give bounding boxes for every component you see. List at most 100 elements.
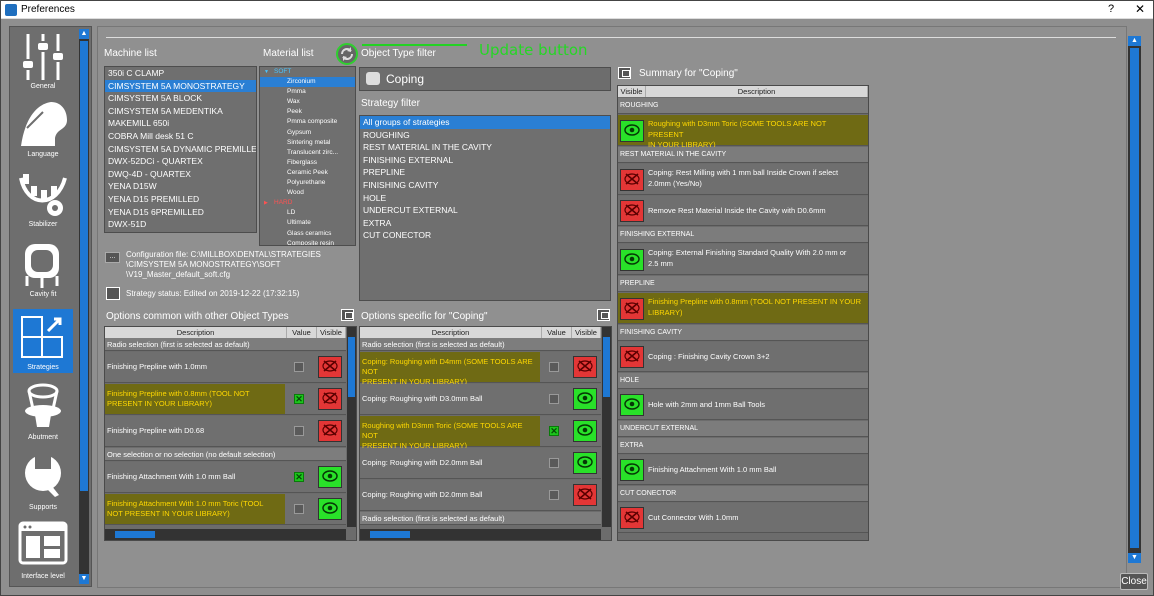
sidebar-item-general[interactable]: General — [13, 28, 73, 92]
option-row[interactable]: Finishing Attachment With 1.0 mm Ball ✕ — [105, 462, 346, 493]
main-scrollbar[interactable]: ▲ ▼ — [1128, 36, 1141, 563]
strategy-filter-item[interactable]: FINISHING EXTERNAL — [360, 154, 610, 167]
material-list-item[interactable]: Fiberglass — [260, 158, 355, 168]
hidden-eye-icon[interactable] — [573, 356, 597, 378]
strategy-filter-item[interactable]: EXTRA — [360, 217, 610, 230]
option-row[interactable]: Coping: Roughing with D4mm (SOME TOOLS A… — [360, 352, 601, 386]
value-checkbox[interactable]: ✕ — [294, 472, 304, 482]
machine-list-item[interactable]: DWQ-4D - QUARTEX — [105, 168, 256, 181]
hidden-eye-icon[interactable] — [318, 356, 342, 378]
value-checkbox[interactable]: ✕ — [294, 394, 304, 404]
material-list-item[interactable]: Translucent zirc... — [260, 148, 355, 158]
summary-row[interactable]: Finishing Attachment With 1.0 mm Ball — [618, 455, 868, 485]
sidebar-item-supports[interactable]: Supports — [13, 449, 73, 513]
summary-row[interactable]: Coping: External Finishing Standard Qual… — [618, 244, 868, 275]
summary-row[interactable]: Roughing with D3mm Toric (SOME TOOLS ARE… — [618, 115, 868, 149]
expand-icon[interactable] — [618, 67, 631, 79]
material-list-item[interactable]: Wood — [260, 188, 355, 198]
material-list-item[interactable]: Pmma composite — [260, 117, 355, 127]
visible-eye-icon[interactable] — [620, 119, 644, 142]
strategy-filter-list[interactable]: All groups of strategies ROUGHING REST MAT… — [359, 115, 611, 301]
value-checkbox[interactable] — [294, 504, 304, 514]
material-list-item[interactable]: Sintering metal — [260, 138, 355, 148]
material-group-soft[interactable]: ▼ SOFT — [260, 67, 355, 77]
strategy-filter-item[interactable]: All groups of strategies — [360, 116, 610, 129]
value-checkbox[interactable] — [294, 426, 304, 436]
strategy-filter-item[interactable]: PREPLINE — [360, 166, 610, 179]
value-checkbox[interactable] — [549, 458, 559, 468]
hidden-eye-icon[interactable] — [620, 168, 644, 191]
machine-list-item[interactable]: YENA D15 6PREMILLED — [105, 206, 256, 219]
value-checkbox[interactable] — [549, 490, 559, 500]
summary-row[interactable]: Coping: Rest Milling with 1 mm ball Insi… — [618, 164, 868, 195]
expand-icon[interactable] — [597, 309, 610, 321]
machine-list-item[interactable]: YENA D15W — [105, 180, 256, 193]
scrollbar-thumb[interactable] — [1130, 48, 1139, 548]
visible-eye-icon[interactable] — [318, 498, 342, 520]
visible-eye-icon[interactable] — [620, 459, 644, 481]
machine-list[interactable]: 350i C CLAMP CIMSYSTEM 5A MONOSTRATEGY CIM… — [104, 66, 257, 233]
material-list-item[interactable]: LD — [260, 208, 355, 218]
scroll-down-icon[interactable]: ▼ — [79, 574, 89, 584]
option-row[interactable]: Finishing Prepline with 0.8mm (TOOL NOT P… — [105, 384, 346, 415]
option-row[interactable]: Finishing Prepline with D0.68 — [105, 416, 346, 447]
visible-eye-icon[interactable] — [573, 452, 597, 474]
option-row[interactable]: Finishing Attachment With 1.0 mm Toric (… — [105, 494, 346, 525]
value-checkbox[interactable] — [549, 394, 559, 404]
hidden-eye-icon[interactable] — [620, 297, 644, 320]
summary-row[interactable]: Hole with 2mm and 1mm Ball Tools — [618, 390, 868, 420]
machine-list-item[interactable]: DWX-52DCi - QUARTEX — [105, 155, 256, 168]
hidden-eye-icon[interactable] — [318, 420, 342, 442]
visible-eye-icon[interactable] — [620, 248, 644, 271]
table-hscrollbar[interactable] — [360, 529, 601, 540]
material-list-item[interactable]: Wax — [260, 97, 355, 107]
strategy-filter-item[interactable]: CUT CONECTOR — [360, 229, 610, 242]
option-row[interactable]: Coping: Roughing with D2.0mm Ball — [360, 480, 601, 511]
hidden-eye-icon[interactable] — [318, 388, 342, 410]
sidebar-scrollbar[interactable]: ▲ ▼ — [79, 29, 89, 584]
object-type-select[interactable]: Coping — [359, 67, 611, 91]
material-list-item[interactable]: Ceramic Peek — [260, 168, 355, 178]
value-checkbox[interactable]: ✕ — [549, 426, 559, 436]
material-list-item[interactable]: Polyurethane — [260, 178, 355, 188]
table-hscrollbar[interactable] — [105, 529, 346, 540]
material-list-item[interactable]: Glass ceramics — [260, 229, 355, 239]
config-browse-button[interactable]: ... — [105, 252, 120, 263]
summary-row[interactable]: Coping : Finishing Cavity Crown 3+2 — [618, 342, 868, 372]
machine-list-item[interactable]: 350i C CLAMP — [105, 67, 256, 80]
window-close-button[interactable]: ✕ — [1135, 2, 1145, 16]
sidebar-item-strategies[interactable]: Strategies — [13, 309, 73, 373]
option-row[interactable]: Finishing Prepline with 1.0mm — [105, 352, 346, 383]
machine-list-item[interactable]: DWX-51D — [105, 218, 256, 231]
visible-eye-icon[interactable] — [318, 466, 342, 488]
sidebar-item-cavity-fit[interactable]: Cavity fit — [13, 236, 73, 300]
scroll-up-icon[interactable]: ▲ — [1128, 36, 1141, 46]
strategy-filter-item[interactable]: UNDERCUT EXTERNAL — [360, 204, 610, 217]
option-row[interactable]: Roughing with D3mm Toric (SOME TOOLS ARE… — [360, 416, 601, 450]
machine-list-item[interactable]: CIMSYSTEM 5A MEDENTIKA — [105, 105, 256, 118]
hidden-eye-icon[interactable] — [573, 484, 597, 506]
material-list-item[interactable]: Gypsum — [260, 128, 355, 138]
material-group-hard[interactable]: ▶ HARD — [260, 198, 355, 208]
hidden-eye-icon[interactable] — [620, 507, 644, 529]
option-row[interactable]: Coping: Roughing with D3.0mm Ball — [360, 384, 601, 415]
material-list-item[interactable]: Zirconium — [260, 77, 355, 88]
update-button[interactable] — [336, 43, 358, 65]
summary-row[interactable]: Finishing Prepline with 0.8mm (TOOL NOT … — [618, 293, 868, 324]
close-button[interactable]: Close — [1120, 573, 1148, 590]
help-button[interactable]: ? — [1108, 3, 1114, 15]
hidden-eye-icon[interactable] — [620, 346, 644, 368]
material-list[interactable]: ▼ SOFT Zirconium Pmma Wax Peek Pmma composite G… — [259, 66, 356, 246]
sidebar-item-abutment[interactable]: Abutment — [13, 379, 73, 443]
material-list-item[interactable]: Ultimate — [260, 218, 355, 228]
scrollbar-thumb[interactable] — [115, 531, 155, 538]
hidden-eye-icon[interactable] — [620, 200, 644, 222]
strategy-filter-item[interactable]: REST MATERIAL IN THE CAVITY — [360, 141, 610, 154]
scroll-down-icon[interactable]: ▼ — [1128, 553, 1141, 563]
sidebar-item-language[interactable]: Language — [13, 96, 73, 160]
material-list-item[interactable]: Peek — [260, 107, 355, 117]
summary-row[interactable]: Cut Connector With 1.0mm — [618, 503, 868, 533]
table-vscrollbar[interactable] — [347, 327, 356, 527]
value-checkbox[interactable] — [294, 362, 304, 372]
expand-icon[interactable] — [341, 309, 354, 321]
